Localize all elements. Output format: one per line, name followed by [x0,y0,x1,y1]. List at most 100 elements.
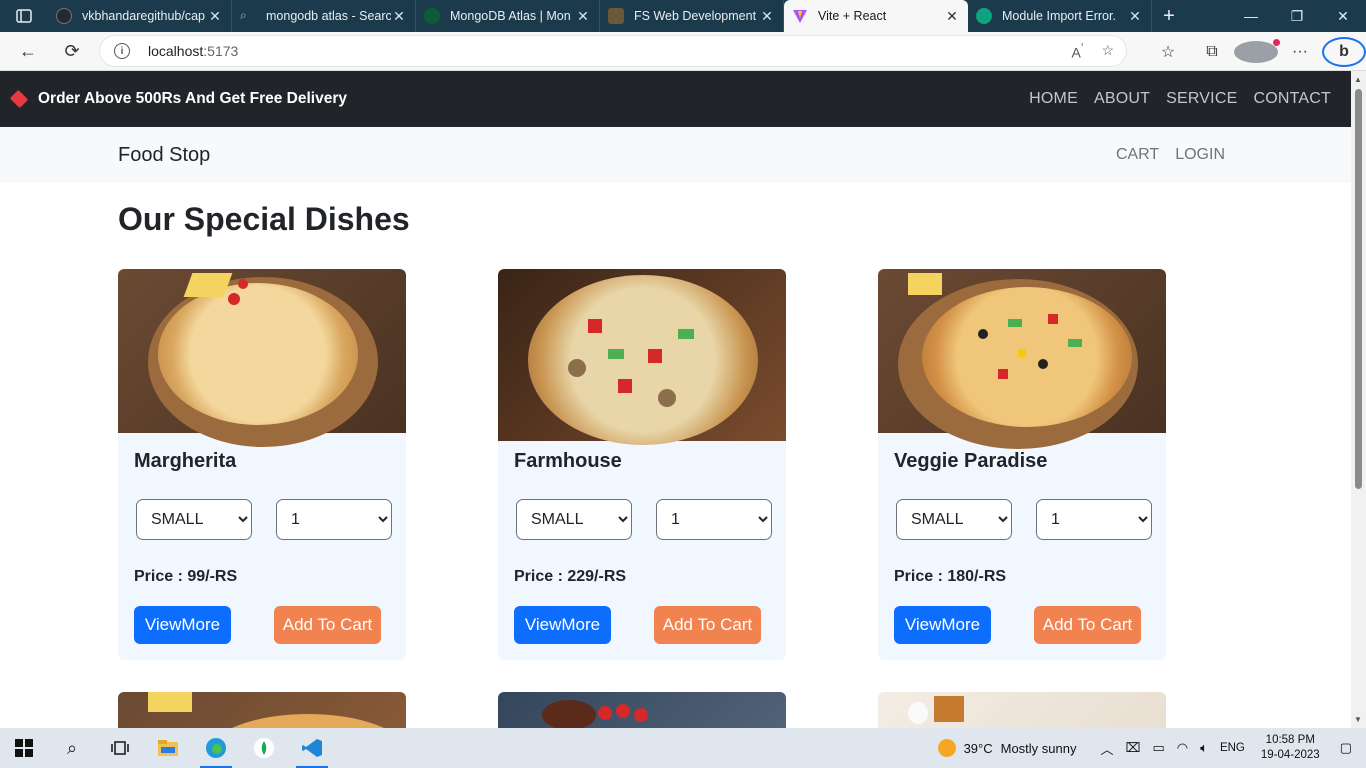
clock[interactable]: 10:58 PM 19-04-2023 [1261,733,1320,763]
url-host: localhost [148,43,204,59]
scrollbar-thumb[interactable] [1355,89,1362,489]
close-tab-icon[interactable]: ✕ [575,8,591,25]
collections-icon[interactable]: ⧉ [1190,43,1234,61]
dish-image [498,692,786,728]
brand-navbar: Food Stop CART LOGIN [0,127,1351,183]
dish-name: Farmhouse [514,450,622,472]
scroll-up-icon[interactable]: ▲ [1354,75,1362,84]
back-icon[interactable]: ← [6,32,50,71]
system-tray: 39°C Mostly sunny ︿ ⌧ ▭ ◠ 🔈︎ ENG 10:58 P… [937,728,1366,768]
dish-card: Margherita SMALL 1 Price : 99/-RS ViewMo… [118,269,406,660]
browser-tab-strip: vkbhandaregithub/cap ✕ ⌕ mongodb atlas -… [0,0,1366,32]
browser-tab[interactable]: FS Web Development ✕ [600,0,784,32]
add-to-cart-button[interactable]: Add To Cart [1034,606,1141,644]
start-icon[interactable] [0,728,48,768]
size-select[interactable]: SMALL [136,499,252,540]
tag-icon [9,89,29,109]
weather-text: Mostly sunny [1000,740,1077,756]
brand-logo[interactable]: Food Stop [118,144,210,167]
size-select[interactable]: SMALL [516,499,632,540]
close-tab-icon[interactable]: ✕ [759,8,775,25]
close-window-icon[interactable]: ✕ [1320,0,1366,32]
vite-icon [792,8,808,24]
login-link[interactable]: LOGIN [1175,146,1225,164]
add-favorite-icon[interactable]: ☆ [1101,42,1114,61]
quantity-select[interactable]: 1 [656,499,772,540]
quantity-select[interactable]: 1 [1036,499,1152,540]
search-icon: ⌕ [240,8,247,22]
view-more-button[interactable]: ViewMore [894,606,991,644]
chatgpt-icon [976,8,992,24]
vscode-icon[interactable] [288,728,336,768]
site-info-icon[interactable]: i [114,43,130,59]
profile-avatar[interactable] [1234,38,1280,63]
file-explorer-icon[interactable] [144,728,192,768]
nav-contact-link[interactable]: CONTACT [1253,90,1331,108]
sun-icon [937,739,956,757]
clock-date: 19-04-2023 [1260,749,1320,761]
new-tab-icon[interactable]: + [1152,0,1186,32]
nav-service-link[interactable]: SERVICE [1166,90,1237,108]
notifications-icon[interactable]: ▢ [1340,740,1352,756]
page-scrollbar[interactable]: ▲ ▼ [1351,71,1366,728]
nav-home-link[interactable]: HOME [1029,90,1078,108]
read-aloud-icon[interactable]: Aʼ [1072,42,1084,61]
add-to-cart-button[interactable]: Add To Cart [274,606,381,644]
language-indicator[interactable]: ENG [1220,742,1245,754]
add-to-cart-button[interactable]: Add To Cart [654,606,761,644]
minimize-icon[interactable]: — [1228,0,1274,32]
browser-tab-active[interactable]: Vite + React ✕ [784,0,968,32]
browser-tab[interactable]: Module Import Error. ✕ [968,0,1152,32]
search-icon[interactable]: ⌕ [48,728,96,768]
close-tab-icon[interactable]: ✕ [207,8,223,25]
dish-card: Veggie Paradise SMALL 1 Price : 180/-RS … [878,269,1166,660]
clock-time: 10:58 PM [1265,734,1315,746]
volume-icon[interactable]: 🔈︎ [1200,740,1208,756]
more-menu-icon[interactable]: ··· [1278,43,1322,61]
temperature: 39°C [963,740,993,756]
view-more-button[interactable]: ViewMore [134,606,231,644]
quantity-select[interactable]: 1 [276,499,392,540]
page-viewport: Order Above 500Rs And Get Free Delivery … [0,71,1351,728]
course-icon [608,8,624,24]
browser-tab[interactable]: vkbhandaregithub/cap ✕ [48,0,232,32]
battery-icon[interactable]: ▭ [1153,740,1165,756]
close-tab-icon[interactable]: ✕ [1127,8,1143,25]
wifi-icon[interactable]: ◠ [1177,740,1188,756]
dish-price: Price : 229/-RS [514,568,627,585]
usb-icon[interactable]: ⌧ [1126,740,1141,756]
page-title: Our Special Dishes [118,201,410,237]
dish-name: Margherita [134,450,237,472]
favorites-icon[interactable]: ☆ [1146,42,1190,62]
dish-price: Price : 180/-RS [894,568,1007,585]
chevron-up-icon[interactable]: ︿ [1101,739,1114,758]
weather-widget[interactable]: 39°C Mostly sunny [937,739,1077,757]
mongodb-leaf-icon [424,8,440,24]
address-toolbar: ← ⟳ i localhost:5173 Aʼ ☆ ☆ ⧉ ··· b [0,32,1366,71]
browser-tab[interactable]: ⌕ mongodb atlas - Searc ✕ [232,0,416,32]
bing-icon[interactable]: b [1322,36,1366,67]
view-more-button[interactable]: ViewMore [514,606,611,644]
mongodb-compass-icon[interactable] [240,728,288,768]
tab-actions-icon[interactable] [0,0,48,32]
dish-card: Farmhouse SMALL 1 Price : 229/-RS ViewMo… [498,269,786,660]
close-tab-icon[interactable]: ✕ [944,8,960,25]
close-tab-icon[interactable]: ✕ [391,8,407,25]
nav-about-link[interactable]: ABOUT [1094,90,1150,108]
restore-icon[interactable]: ❐ [1274,0,1320,32]
promo-text: Order Above 500Rs And Get Free Delivery [38,90,347,107]
size-select[interactable]: SMALL [896,499,1012,540]
promo-banner: Order Above 500Rs And Get Free Delivery [9,89,347,109]
task-view-icon[interactable] [96,728,144,768]
edge-icon[interactable] [192,728,240,768]
dish-price: Price : 99/-RS [134,568,238,585]
dish-image [878,692,1166,728]
scroll-down-icon[interactable]: ▼ [1354,715,1362,724]
top-navbar: Order Above 500Rs And Get Free Delivery … [0,71,1351,127]
dish-image [118,269,406,447]
cart-link[interactable]: CART [1116,146,1159,164]
browser-tab[interactable]: MongoDB Atlas | Mon ✕ [416,0,600,32]
reload-icon[interactable]: ⟳ [50,32,94,71]
address-bar[interactable]: i localhost:5173 Aʼ ☆ [100,36,1126,66]
github-icon [56,8,72,24]
